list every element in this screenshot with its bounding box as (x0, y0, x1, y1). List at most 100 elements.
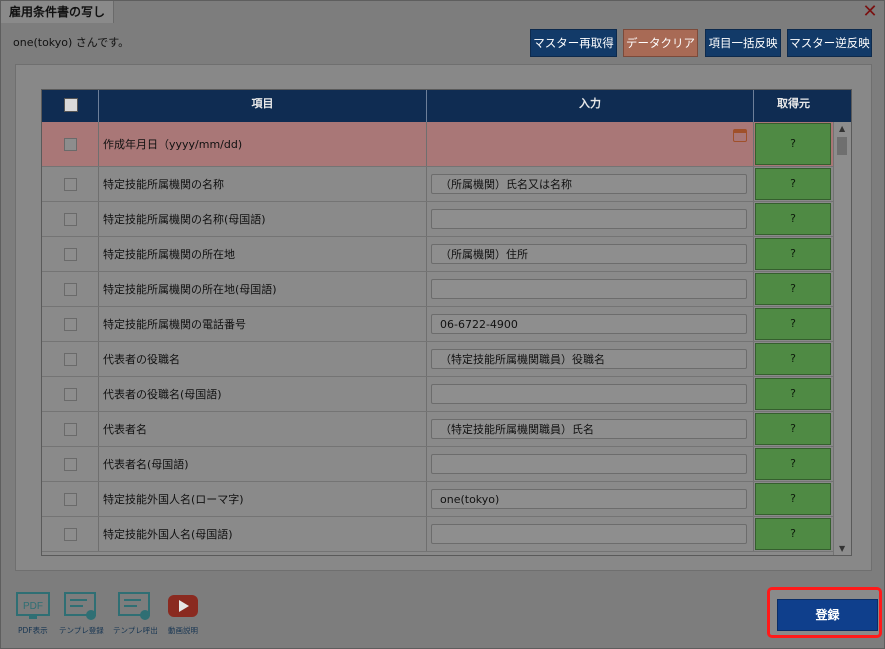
column-divider (98, 447, 99, 481)
source-cell[interactable]: ? (755, 413, 831, 445)
row-label: 特定技能所属機関の所在地 (103, 248, 235, 261)
column-divider (753, 237, 754, 271)
column-divider (98, 517, 99, 551)
row-label: 特定技能所属機関の電話番号 (103, 318, 246, 331)
table-row: 代表者名 （特定技能所属機関職員）氏名? (42, 412, 834, 447)
source-cell[interactable]: ? (755, 238, 831, 270)
data-grid: 項目 入力 取得元 作成年月日（yyyy/mm/dd)? 特定技能所属機関の名称 （… (41, 89, 852, 556)
column-divider (98, 272, 99, 306)
table-row: 特定技能外国人名(ローマ字) one(tokyo)? (42, 482, 834, 517)
row-input[interactable] (431, 454, 747, 474)
source-cell[interactable]: ? (755, 448, 831, 480)
source-cell[interactable]: ? (755, 518, 831, 550)
bulk-apply-button[interactable]: 項目一括反映 (705, 29, 781, 57)
row-label: 代表者の役職名 (103, 353, 180, 366)
row-checkbox[interactable] (64, 283, 77, 296)
source-cell[interactable]: ? (755, 483, 831, 515)
column-divider (426, 342, 427, 376)
column-divider (426, 482, 427, 516)
column-divider (98, 237, 99, 271)
row-input[interactable]: （特定技能所属機関職員）氏名 (431, 419, 747, 439)
row-label: 特定技能所属機関の名称 (103, 178, 224, 191)
close-icon[interactable]: ✕ (860, 2, 880, 22)
column-divider (753, 412, 754, 446)
source-cell[interactable]: ? (755, 378, 831, 410)
row-label: 特定技能所属機関の所在地(母国語) (103, 283, 277, 296)
column-divider (98, 482, 99, 516)
row-checkbox[interactable] (64, 388, 77, 401)
row-checkbox[interactable] (64, 353, 77, 366)
row-checkbox[interactable] (64, 528, 77, 541)
column-divider (753, 482, 754, 516)
table-row: 特定技能所属機関の名称 （所属機関）氏名又は名称? (42, 167, 834, 202)
row-input[interactable] (431, 279, 747, 299)
vertical-scrollbar[interactable]: ▲ ▼ (833, 122, 851, 555)
row-input[interactable]: （所属機関）氏名又は名称 (431, 174, 747, 194)
column-divider (753, 377, 754, 411)
template-register-icon[interactable] (63, 591, 99, 624)
column-divider (753, 167, 754, 201)
video-icon[interactable] (165, 591, 201, 624)
register-button[interactable]: 登録 (777, 599, 878, 631)
source-cell[interactable]: ? (755, 168, 831, 200)
column-divider (753, 307, 754, 341)
pdf-label: PDF表示 (18, 626, 48, 635)
grid-header: 項目 入力 取得元 (42, 90, 851, 122)
row-label: 特定技能外国人名(母国語) (103, 528, 233, 541)
row-checkbox[interactable] (64, 318, 77, 331)
row-label: 代表者の役職名(母国語) (103, 388, 222, 401)
column-divider (98, 412, 99, 446)
column-divider (426, 272, 427, 306)
row-checkbox[interactable] (64, 138, 77, 151)
column-divider (98, 307, 99, 341)
column-divider (98, 167, 99, 201)
row-input[interactable]: （所属機関）住所 (431, 244, 747, 264)
row-checkbox[interactable] (64, 248, 77, 261)
table-row: 特定技能所属機関の電話番号 06-6722-4900? (42, 307, 834, 342)
row-input[interactable] (431, 209, 747, 229)
row-checkbox[interactable] (64, 493, 77, 506)
table-row: 代表者の役職名 （特定技能所属機関職員）役職名? (42, 342, 834, 377)
calendar-icon[interactable] (733, 129, 747, 142)
dialog-title: 雇用条件書の写し (1, 1, 115, 23)
table-row: 特定技能外国人名(母国語)? (42, 517, 834, 552)
table-row: 作成年月日（yyyy/mm/dd)? (42, 122, 834, 167)
template-load-label: テンプレ呼出 (113, 626, 158, 635)
table-row: 特定技能所属機関の所在地(母国語)? (42, 272, 834, 307)
row-label: 特定技能所属機関の名称(母国語) (103, 213, 266, 226)
master-refetch-button[interactable]: マスター再取得 (530, 29, 617, 57)
row-input[interactable] (431, 384, 747, 404)
row-input[interactable]: （特定技能所属機関職員）役職名 (431, 349, 747, 369)
column-divider (98, 342, 99, 376)
source-cell[interactable]: ? (755, 308, 831, 340)
row-input[interactable]: 06-6722-4900 (431, 314, 747, 334)
row-checkbox[interactable] (64, 458, 77, 471)
column-divider (426, 122, 427, 166)
master-reverse-button[interactable]: マスター逆反映 (787, 29, 872, 57)
template-load-icon[interactable] (117, 591, 153, 624)
row-label: 特定技能外国人名(ローマ字) (103, 493, 244, 506)
dialog-window: 雇用条件書の写し ✕ one(tokyo) さんです。 マスター再取得 データク… (0, 0, 885, 649)
column-divider (98, 202, 99, 236)
column-divider (426, 447, 427, 481)
row-checkbox[interactable] (64, 213, 77, 226)
row-checkbox[interactable] (64, 178, 77, 191)
select-all-checkbox[interactable] (64, 98, 78, 112)
row-label: 代表者名(母国語) (103, 458, 189, 471)
scroll-thumb[interactable] (837, 137, 847, 155)
source-cell[interactable]: ? (755, 343, 831, 375)
source-cell[interactable]: ? (755, 203, 831, 235)
table-row: 特定技能所属機関の名称(母国語)? (42, 202, 834, 237)
source-cell[interactable]: ? (755, 273, 831, 305)
scroll-down-icon[interactable]: ▼ (839, 544, 845, 553)
scroll-up-icon[interactable]: ▲ (839, 124, 845, 133)
data-clear-button[interactable]: データクリア (623, 29, 698, 57)
row-checkbox[interactable] (64, 423, 77, 436)
column-divider (753, 342, 754, 376)
source-cell[interactable]: ? (755, 123, 831, 165)
row-input[interactable]: one(tokyo) (431, 489, 747, 509)
column-divider (426, 237, 427, 271)
table-row: 代表者名(母国語)? (42, 447, 834, 482)
pdf-icon[interactable]: PDF (15, 591, 51, 624)
row-input[interactable] (431, 524, 747, 544)
